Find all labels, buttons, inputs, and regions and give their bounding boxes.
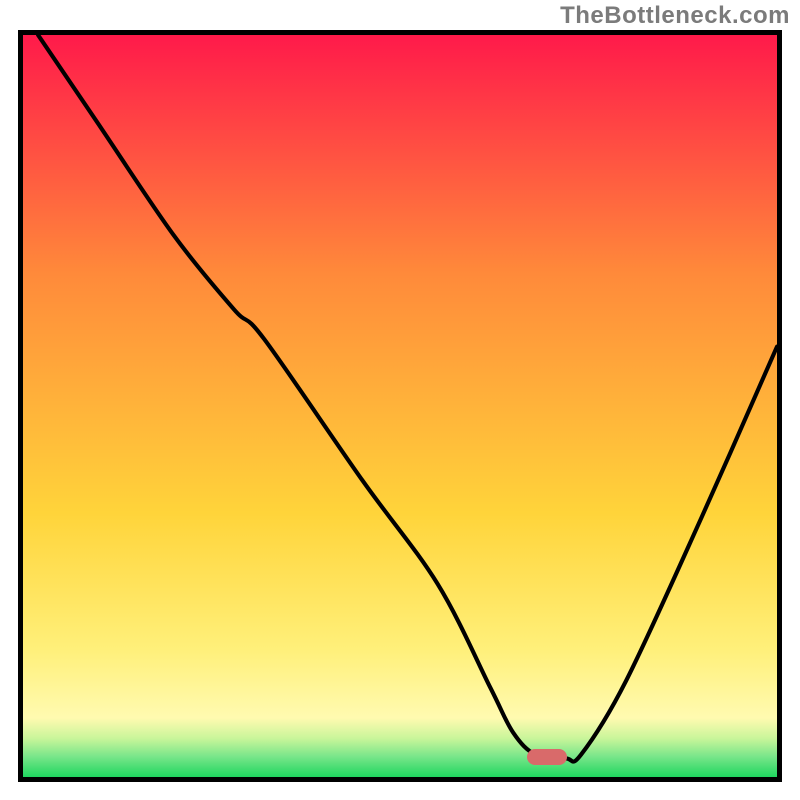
bottleneck-curve <box>23 35 777 777</box>
watermark-text: TheBottleneck.com <box>560 2 790 30</box>
plot-area <box>18 30 782 782</box>
optimum-marker <box>527 749 567 765</box>
curve-path <box>38 35 777 762</box>
